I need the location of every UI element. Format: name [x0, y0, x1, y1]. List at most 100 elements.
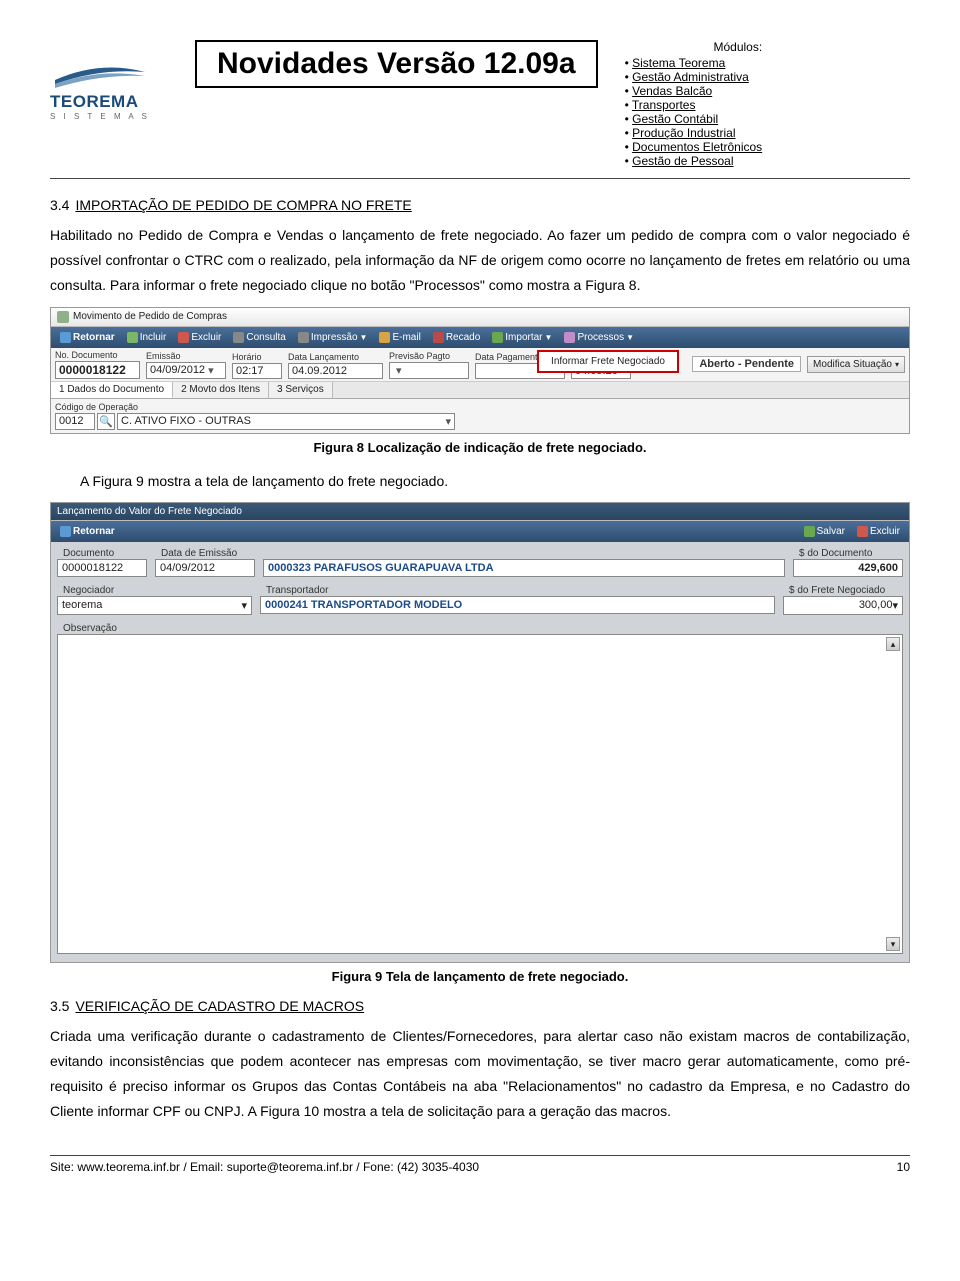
module-link[interactable]: Gestão Contábil — [632, 112, 718, 126]
field-label: Transportador — [266, 585, 328, 596]
field-label: Documento — [63, 548, 114, 559]
prev-pagto-field[interactable]: ▾ — [389, 362, 469, 379]
doc-title: Novidades Versão 12.09a — [217, 47, 576, 81]
window-titlebar: Movimento de Pedido de Compras — [51, 308, 909, 327]
impressao-button[interactable]: Impressão▼ — [293, 330, 373, 345]
tab-movto-itens[interactable]: 2 Movto dos Itens — [173, 382, 269, 398]
processos-button[interactable]: Processos▼ — [559, 330, 639, 345]
section-35-paragraph: Criada uma verificação durante o cadastr… — [50, 1024, 910, 1125]
page-header: TEOREMA S I S T E M A S Novidades Versão… — [50, 40, 910, 168]
field-label: $ do Documento — [799, 548, 872, 559]
fornecedor-field[interactable]: 0000323 PARAFUSOS GUARAPUAVA LTDA — [263, 559, 785, 577]
op-lookup-button[interactable]: 🔍 — [97, 413, 115, 430]
field-label: Previsão Pagto — [389, 351, 469, 361]
op-desc-field[interactable]: C. ATIVO FIXO - OUTRAS▾ — [117, 413, 455, 430]
figure-9-caption: Figura 9 Tela de lançamento de frete neg… — [50, 969, 910, 984]
module-link[interactable]: Transportes — [632, 98, 696, 112]
module-link[interactable]: Gestão Administrativa — [632, 70, 749, 84]
header-divider — [50, 178, 910, 179]
excluir-button[interactable]: Excluir — [852, 524, 905, 539]
data-emissao-field[interactable]: 04/09/2012 — [155, 559, 255, 577]
print-icon — [298, 332, 309, 343]
footer-divider — [50, 1155, 910, 1156]
modules-heading: Módulos: — [613, 40, 763, 54]
email-button[interactable]: E-mail — [374, 330, 425, 345]
observacao-textarea[interactable]: ▴ ▾ — [57, 634, 903, 954]
import-icon — [492, 332, 503, 343]
salvar-button[interactable]: Salvar — [799, 524, 850, 539]
logo: TEOREMA S I S T E M A S — [50, 40, 190, 121]
retornar-button[interactable]: Retornar — [55, 524, 120, 539]
logo-swoosh-icon — [50, 60, 150, 90]
search-icon — [233, 332, 244, 343]
consulta-button[interactable]: Consulta — [228, 330, 290, 345]
page-number: 10 — [897, 1160, 910, 1174]
documento-field[interactable]: 0000018122 — [57, 559, 147, 577]
section-heading-3-4: 3.4 IMPORTAÇÃO DE PEDIDO DE COMPRA NO FR… — [50, 197, 910, 213]
tab-dados-documento[interactable]: 1 Dados do Documento — [51, 382, 173, 398]
valor-documento-field[interactable]: 429,600 — [793, 559, 903, 577]
module-link[interactable]: Vendas Balcão — [632, 84, 712, 98]
module-link[interactable]: Gestão de Pessoal — [632, 154, 733, 168]
field-label: Data de Emissão — [161, 548, 237, 559]
section-heading-3-5: 3.5 VERIFICAÇÃO DE CADASTRO DE MACROS — [50, 998, 910, 1014]
transportador-field[interactable]: 0000241 TRANSPORTADOR MODELO — [260, 596, 775, 614]
field-label: Negociador — [63, 585, 114, 596]
module-link[interactable]: Sistema Teorema — [632, 56, 725, 70]
window-title: Movimento de Pedido de Compras — [73, 311, 227, 322]
op-code-field[interactable]: 0012 — [55, 413, 95, 430]
window-titlebar: Lançamento do Valor do Frete Negociado — [51, 503, 909, 521]
mid-paragraph: A Figura 9 mostra a tela de lançamento d… — [50, 469, 910, 494]
page-footer: Site: www.teorema.inf.br / Email: suport… — [50, 1155, 910, 1174]
toolbar: Retornar Incluir Excluir Consulta Impres… — [51, 327, 909, 348]
section-number: 3.4 — [50, 197, 69, 213]
valor-frete-field[interactable]: 300,00▾ — [783, 596, 903, 615]
emissao-date-field[interactable]: 04/09/2012▾ — [146, 362, 226, 379]
logo-subtext: S I S T E M A S — [50, 112, 190, 121]
back-icon — [60, 332, 71, 343]
retornar-button[interactable]: Retornar — [55, 330, 120, 345]
section-number: 3.5 — [50, 998, 69, 1014]
scroll-up-button[interactable]: ▴ — [886, 637, 900, 651]
modifica-situacao-button[interactable]: Modifica Situação▾ — [807, 356, 905, 373]
window-title: Lançamento do Valor do Frete Negociado — [57, 506, 242, 517]
recado-icon — [433, 332, 444, 343]
importar-button[interactable]: Importar▼ — [487, 330, 557, 345]
back-icon — [60, 526, 71, 537]
field-label: Data Lançamento — [288, 352, 383, 362]
negociador-dropdown[interactable]: teorema▾ — [57, 596, 252, 615]
figure-9-screenshot: Lançamento do Valor do Frete Negociado R… — [50, 502, 910, 963]
field-label: Observação — [63, 623, 117, 634]
x-icon — [857, 526, 868, 537]
figure-8-caption: Figura 8 Localização de indicação de fre… — [50, 440, 910, 455]
field-label: Emissão — [146, 351, 226, 361]
status-badge: Aberto - Pendente — [692, 356, 801, 372]
data-lanc-field[interactable]: 04.09.2012 — [288, 363, 383, 379]
field-label: Horário — [232, 352, 282, 362]
field-label: Código de Operação — [55, 402, 455, 412]
module-link[interactable]: Produção Industrial — [632, 126, 735, 140]
field-label: $ do Frete Negociado — [789, 585, 885, 596]
module-link[interactable]: Documentos Eletrônicos — [632, 140, 762, 154]
figure-8-screenshot: Movimento de Pedido de Compras Retornar … — [50, 307, 910, 434]
section-title: IMPORTAÇÃO DE PEDIDO DE COMPRA NO FRETE — [75, 197, 411, 213]
incluir-button[interactable]: Incluir — [122, 330, 172, 345]
footer-contact: Site: www.teorema.inf.br / Email: suport… — [50, 1160, 479, 1174]
window-icon — [57, 311, 69, 323]
recado-button[interactable]: Recado — [428, 330, 485, 345]
tabs: 1 Dados do Documento 2 Movto dos Itens 3… — [51, 382, 909, 399]
horario-field[interactable]: 02:17 — [232, 363, 282, 379]
tab-servicos[interactable]: 3 Serviços — [269, 382, 333, 398]
save-icon — [804, 526, 815, 537]
section-34-paragraph: Habilitado no Pedido de Compra e Vendas … — [50, 223, 910, 299]
toolbar: Retornar Salvar Excluir — [51, 521, 909, 542]
field-label — [269, 548, 272, 559]
informar-frete-menu-item[interactable]: Informar Frete Negociado — [537, 350, 679, 373]
doc-title-box: Novidades Versão 12.09a — [195, 40, 598, 88]
field-label: No. Documento — [55, 350, 140, 360]
doc-number-field[interactable]: 0000018122 — [55, 361, 140, 379]
x-icon — [178, 332, 189, 343]
excluir-button[interactable]: Excluir — [173, 330, 226, 345]
process-icon — [564, 332, 575, 343]
scroll-down-button[interactable]: ▾ — [886, 937, 900, 951]
